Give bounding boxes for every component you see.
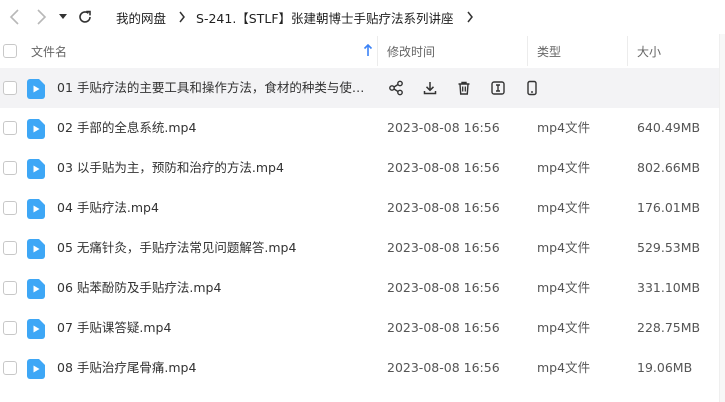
file-type: mp4文件 [537, 280, 591, 295]
file-size: 228.75MB [637, 320, 701, 335]
phone-icon [524, 80, 540, 96]
column-divider[interactable] [527, 36, 528, 66]
column-header-size[interactable]: 大小 [637, 43, 661, 60]
column-header-name[interactable]: 文件名 [31, 43, 67, 60]
file-type: mp4文件 [537, 120, 591, 135]
column-divider[interactable] [627, 36, 628, 66]
file-name[interactable]: 03 以手贴为主，预防和治疗的方法.mp4 [57, 148, 377, 188]
download-button[interactable] [420, 78, 440, 98]
chevron-left-icon [9, 9, 19, 25]
share-icon [388, 80, 404, 96]
table-row[interactable]: 07 手贴课答疑.mp4 2023-08-08 16:56 mp4文件 228.75M… [0, 308, 719, 348]
file-manager: 我的网盘 S-241.【STLF】张建朝博士手贴疗法系列讲座 文件名 修改时间 … [0, 0, 725, 402]
select-all-checkbox[interactable] [3, 44, 17, 58]
column-header: 文件名 修改时间 类型 大小 [0, 36, 725, 66]
column-header-mtime[interactable]: 修改时间 [387, 43, 435, 60]
breadcrumb: 我的网盘 S-241.【STLF】张建朝博士手贴疗法系列讲座 [116, 0, 484, 34]
video-file-icon [27, 199, 45, 222]
table-row[interactable]: 08 手贴治疗尾骨痛.mp4 2023-08-08 16:56 mp4文件 19.06… [0, 348, 719, 388]
file-mtime: 2023-08-08 16:56 [387, 120, 500, 135]
column-header-type[interactable]: 类型 [537, 43, 561, 60]
file-mtime: 2023-08-08 16:56 [387, 320, 500, 335]
video-file-icon [27, 159, 45, 182]
navigation-bar: 我的网盘 S-241.【STLF】张建朝博士手贴疗法系列讲座 [0, 0, 725, 34]
file-type: mp4文件 [537, 320, 591, 335]
chevron-right-icon[interactable] [466, 11, 474, 23]
file-size: 802.66MB [637, 160, 701, 175]
forward-button[interactable] [30, 5, 52, 29]
file-mtime: 2023-08-08 16:56 [387, 160, 500, 175]
file-name[interactable]: 05 无痛针灸，手贴疗法常见问题解答.mp4 [57, 228, 377, 268]
refresh-icon [79, 10, 91, 23]
row-checkbox[interactable] [3, 121, 17, 135]
video-file-icon [27, 239, 45, 262]
file-size: 640.49MB [637, 120, 701, 135]
table-row[interactable]: 06 贴苯酚防及手贴疗法.mp4 2023-08-08 16:56 mp4文件 331… [0, 268, 719, 308]
refresh-button[interactable] [74, 5, 96, 29]
file-mtime: 2023-08-08 16:56 [387, 200, 500, 215]
table-row[interactable]: 01 手贴疗法的主要工具和操作方法，食材的种类与使用.... [0, 68, 719, 108]
file-type: mp4文件 [537, 240, 591, 255]
row-checkbox[interactable] [3, 161, 17, 175]
file-type: mp4文件 [537, 200, 591, 215]
download-icon [422, 80, 438, 96]
share-button[interactable] [386, 78, 406, 98]
row-checkbox[interactable] [3, 281, 17, 295]
file-name[interactable]: 06 贴苯酚防及手贴疗法.mp4 [57, 268, 377, 308]
breadcrumb-item-root[interactable]: 我的网盘 [116, 8, 166, 27]
delete-button[interactable] [454, 78, 474, 98]
table-row[interactable]: 05 无痛针灸，手贴疗法常见问题解答.mp4 2023-08-08 16:56 mp… [0, 228, 719, 268]
back-button[interactable] [4, 5, 26, 29]
video-file-icon [27, 359, 45, 382]
file-mtime: 2023-08-08 16:56 [387, 360, 500, 375]
file-name[interactable]: 08 手贴治疗尾骨痛.mp4 [57, 348, 377, 388]
sort-ascending-icon[interactable] [363, 44, 373, 57]
file-name[interactable]: 02 手部的全息系统.mp4 [57, 108, 377, 148]
file-size: 331.10MB [637, 280, 701, 295]
video-file-icon [27, 119, 45, 142]
chevron-right-icon [37, 9, 47, 25]
row-checkbox[interactable] [3, 241, 17, 255]
caret-down-icon [59, 14, 67, 19]
file-mtime: 2023-08-08 16:56 [387, 280, 500, 295]
file-name[interactable]: 01 手贴疗法的主要工具和操作方法，食材的种类与使用.... [57, 68, 367, 108]
file-name[interactable]: 07 手贴课答疑.mp4 [57, 308, 377, 348]
file-size: 529.53MB [637, 240, 701, 255]
row-checkbox[interactable] [3, 321, 17, 335]
scrollbar-track[interactable] [719, 34, 725, 402]
rename-icon [490, 80, 506, 96]
file-type: mp4文件 [537, 160, 591, 175]
table-row[interactable]: 04 手贴疗法.mp4 2023-08-08 16:56 mp4文件 176.01MB [0, 188, 719, 228]
file-size: 176.01MB [637, 200, 701, 215]
table-row[interactable]: 02 手部的全息系统.mp4 2023-08-08 16:56 mp4文件 640.4… [0, 108, 719, 148]
file-list: 01 手贴疗法的主要工具和操作方法，食材的种类与使用.... 02 手部的全息系统… [0, 68, 725, 388]
column-divider[interactable] [377, 36, 378, 66]
file-mtime: 2023-08-08 16:56 [387, 240, 500, 255]
file-type: mp4文件 [537, 360, 591, 375]
table-row[interactable]: 03 以手贴为主，预防和治疗的方法.mp4 2023-08-08 16:56 mp4… [0, 148, 719, 188]
row-checkbox[interactable] [3, 361, 17, 375]
chevron-right-icon [178, 11, 186, 23]
phone-button[interactable] [522, 78, 542, 98]
file-name[interactable]: 04 手贴疗法.mp4 [57, 188, 377, 228]
row-checkbox[interactable] [3, 201, 17, 215]
history-dropdown-button[interactable] [56, 5, 70, 29]
rename-button[interactable] [488, 78, 508, 98]
video-file-icon [27, 319, 45, 342]
delete-icon [456, 80, 472, 96]
file-size: 19.06MB [637, 360, 693, 375]
video-file-icon [27, 79, 45, 102]
row-checkbox[interactable] [3, 81, 17, 95]
video-file-icon [27, 279, 45, 302]
breadcrumb-item-current-folder[interactable]: S-241.【STLF】张建朝博士手贴疗法系列讲座 [196, 8, 454, 27]
